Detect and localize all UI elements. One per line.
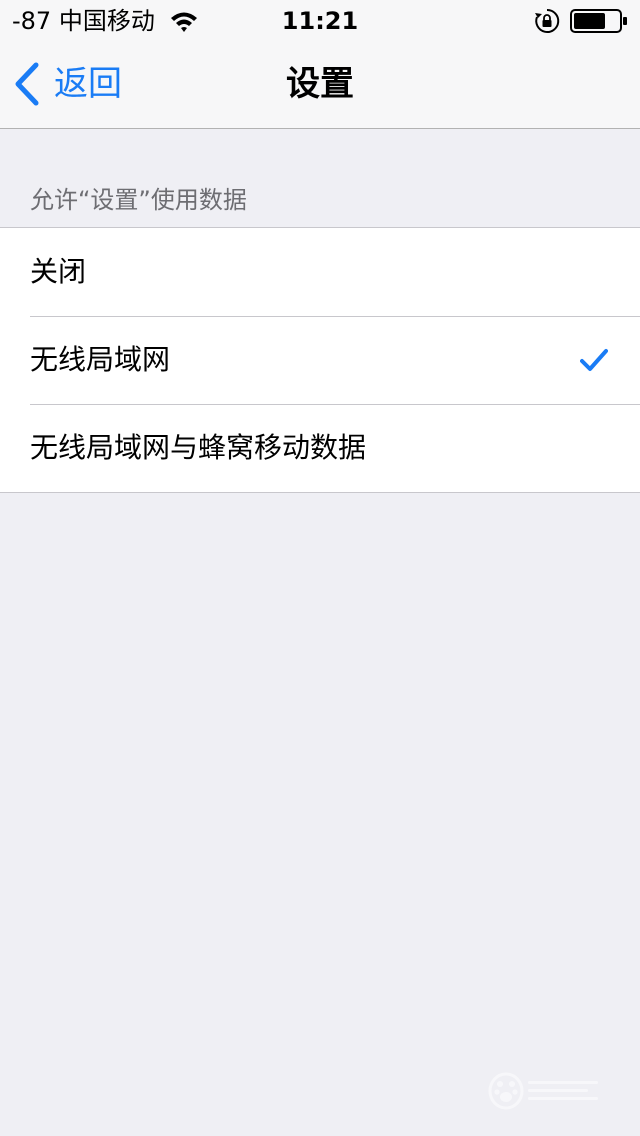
- page-title: 设置: [286, 64, 354, 104]
- checkmark-icon: [580, 349, 608, 371]
- baidu-jingyan-watermark: [488, 1072, 598, 1110]
- navigation-bar: 返回 设置: [0, 40, 640, 129]
- option-wlan-and-cellular[interactable]: 无线局域网与蜂窝移动数据: [0, 404, 640, 492]
- status-right: [534, 8, 628, 34]
- option-label: 无线局域网: [30, 343, 171, 376]
- section-header: 允许“设置”使用数据: [30, 186, 247, 214]
- option-label: 无线局域网与蜂窝移动数据: [30, 431, 367, 464]
- option-label: 关闭: [30, 255, 87, 288]
- battery-icon: [570, 9, 627, 33]
- rotation-lock-icon: [535, 8, 560, 33]
- option-list: 关闭 无线局域网 无线局域网与蜂窝移动数据: [0, 227, 640, 493]
- status-bar: -87 中国移动 11:21: [0, 0, 640, 40]
- option-off[interactable]: 关闭: [0, 228, 640, 316]
- option-wlan[interactable]: 无线局域网: [0, 316, 640, 404]
